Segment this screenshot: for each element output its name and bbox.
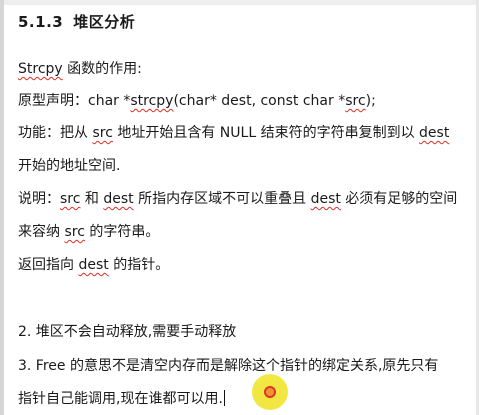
spellcheck-word: src — [60, 191, 81, 207]
text-run: (char* dest, const char * — [173, 93, 346, 109]
section-number: 5.1.3 — [18, 13, 64, 31]
section-heading: 5.1.3 堆区分析 — [18, 11, 135, 32]
text-run: 2. 堆区不会自动释放,需要手动释放 — [18, 324, 237, 340]
doc-line-3[interactable]: 功能：把从 src 地址开始且含有 NULL 结束符的字符串复制到以 dest — [18, 123, 449, 143]
doc-line-8[interactable]: 2. 堆区不会自动释放,需要手动释放 — [18, 322, 236, 342]
text-run: 函数的作用: — [62, 61, 142, 77]
spellcheck-word: src — [92, 125, 113, 141]
text-run: 说明： — [18, 191, 60, 207]
text-run: 所指内存区域不可以重叠且 — [133, 191, 311, 207]
spellcheck-word: dest — [103, 191, 134, 207]
text-run: 3. Free 的意思不是清空内存而是解除这个指针的绑定关系,原先只有 — [18, 358, 439, 374]
section-title: 堆区分析 — [73, 13, 136, 31]
text-run: 和 — [80, 191, 104, 207]
spellcheck-word: strcpy — [130, 93, 174, 109]
text-run: 的字符串。 — [84, 224, 160, 240]
text-run: 地址开始且含有 NULL 结束符的字符串复制到以 — [112, 125, 420, 141]
text-run: 指针自己能调用,现在谁都可以用. — [18, 391, 223, 407]
spellcheck-word: src — [64, 224, 85, 240]
spellcheck-word: Strcpy — [18, 61, 63, 77]
spellcheck-word: dest — [419, 125, 450, 141]
pointer-dot-icon — [264, 386, 276, 398]
spellcheck-word: dest — [310, 191, 341, 207]
doc-line-2[interactable]: 原型声明：char *strcpy(char* dest, const char… — [18, 91, 376, 111]
text-run: 返回指向 — [18, 257, 79, 273]
doc-line-5[interactable]: 说明：src 和 dest 所指内存区域不可以重叠且 dest 必须有足够的空间 — [18, 189, 457, 209]
text-run: 功能：把从 — [18, 125, 93, 141]
doc-line-4[interactable]: 开始的地址空间. — [18, 156, 120, 176]
spellcheck-word: dest — [78, 257, 109, 273]
text-cursor — [223, 390, 225, 406]
text-run: 开始的地址空间. — [18, 158, 121, 174]
doc-line-1[interactable]: Strcpy 函数的作用: — [18, 59, 142, 79]
doc-line-7[interactable]: 返回指向 dest 的指针。 — [18, 255, 169, 275]
doc-line-10[interactable]: 指针自己能调用,现在谁都可以用. — [18, 389, 225, 409]
doc-line-6[interactable]: 来容纳 src 的字符串。 — [18, 222, 159, 242]
doc-line-9[interactable]: 3. Free 的意思不是清空内存而是解除这个指针的绑定关系,原先只有 — [18, 356, 438, 376]
text-run: 来容纳 — [18, 224, 65, 240]
window-top-edge — [0, 0, 479, 5]
text-run: 的指针。 — [108, 257, 170, 273]
text-run: 必须有足够的空间 — [340, 191, 458, 207]
text-run: 原型声明：char * — [18, 93, 131, 109]
mouse-cursor-highlight — [252, 374, 288, 410]
text-run: ); — [365, 93, 376, 109]
window-left-edge — [0, 0, 4, 415]
spellcheck-word: src — [345, 93, 366, 109]
